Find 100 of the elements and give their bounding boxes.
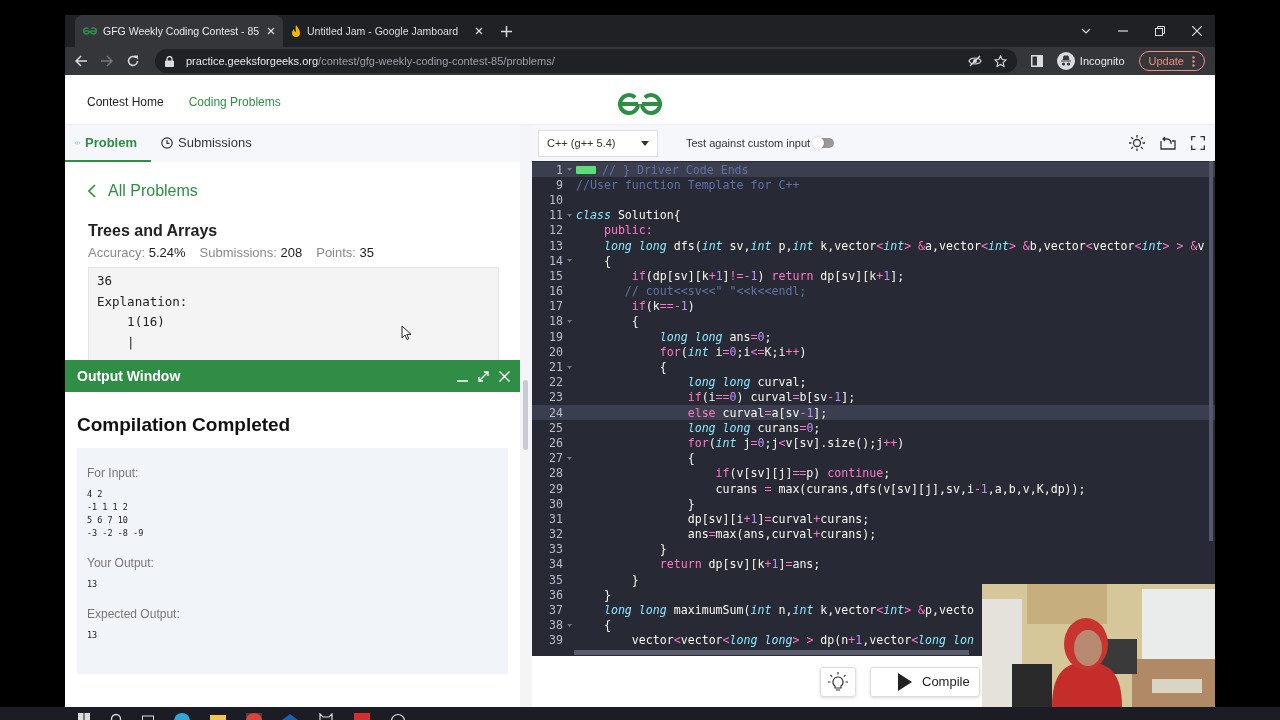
code-line: curans = max(curans,dfs(v[sv][j],sv,i-1,a,b,v,K,dp)); [714,481,1086,496]
code-line: } [658,542,667,557]
line-number: 17 [548,299,563,314]
line-number: 31 [548,511,563,526]
line-number: 25 [548,420,563,435]
site-logo-icon [83,27,97,35]
code-line: //User function Template for C++ [576,177,800,192]
expand-icon[interactable] [478,370,489,382]
line-number: 16 [548,284,563,299]
browser-tab[interactable]: Untitled Jam - Google Jamboard [283,15,491,47]
task-view-icon[interactable] [142,713,154,720]
line-number: 18 [548,314,563,329]
back-icon[interactable] [75,55,87,67]
line-number: 27 [548,451,563,466]
shield-icon[interactable] [282,713,298,720]
chevron-down-icon[interactable] [1081,28,1091,34]
lock-icon [165,55,174,67]
code-line: return dp[sv][k+1]=ans; [658,557,821,572]
nav-link[interactable]: Coding Problems [188,95,281,109]
code-line: // } Driver Code Ends [602,162,749,177]
toggle-label: Test against custom input [686,137,811,149]
stat-text: Submissions: 208 [199,245,303,260]
line-number: 15 [548,268,563,283]
edge-icon[interactable] [174,713,190,720]
star-icon[interactable] [993,54,1007,68]
code-line: long long curans=0; [686,420,821,435]
windows-logo-icon[interactable] [78,713,90,720]
line-number: 22 [548,375,563,390]
code-line: if(dp[sv][k+1]!=-1) return dp[sv][k+1]; [630,268,905,283]
problem-tab[interactable]: Submissions [151,125,266,162]
search-icon[interactable] [110,713,122,720]
restore-icon[interactable] [1155,26,1165,36]
close-icon[interactable] [475,27,483,35]
code-line: { [630,314,639,329]
close-icon[interactable] [1192,26,1202,36]
result-line: -3 -2 -8 -9 [87,527,144,540]
line-number: 24 [548,405,563,420]
hint-button[interactable] [820,666,856,697]
more-icon[interactable] [1192,55,1195,67]
mouse-pointer-icon [401,325,411,340]
line-number: 14 [548,253,563,268]
close-icon[interactable] [267,27,275,35]
scrollbar-thumb[interactable] [523,380,528,450]
code-line: { [658,360,667,375]
sun-icon[interactable] [1129,135,1145,151]
code-line: long long curval; [686,375,807,390]
line-number: 38 [548,618,563,633]
line-number: 36 [548,587,563,602]
reload-icon[interactable] [127,55,139,67]
fullscreen-icon[interactable] [1191,136,1205,150]
example-line: 1(16) [126,313,165,331]
code-line: ans=max(ans,curval+curans); [686,527,877,542]
fold-caret-icon[interactable] [567,259,572,263]
scrollbar-thumb[interactable] [574,650,969,655]
stat-text: Accuracy: 5.24% [88,245,186,260]
sidebar-icon[interactable] [1030,55,1043,67]
example-line: | [126,333,135,352]
code-line: long long ans=0; [658,329,772,344]
code-line: if(i==0) curval=b[sv-1]; [686,390,856,405]
result-label: For Input: [87,466,140,480]
stat-text: Points: 35 [316,245,375,260]
clock-icon [161,136,173,149]
eye-off-icon[interactable] [967,55,982,67]
fold-caret-icon[interactable] [567,623,572,627]
code-line: // cout<<sv<<" "<<k<<endl; [623,284,807,299]
fold-caret-icon[interactable] [567,213,572,217]
fold-caret-icon[interactable] [567,319,572,323]
nav-link[interactable]: Contest Home [87,95,164,109]
code-line: { [686,451,695,466]
fold-caret-icon[interactable] [567,365,572,369]
new-tab-icon[interactable] [501,25,512,37]
example-line: 36 [97,272,113,290]
browser-tab[interactable]: GFG Weekly Coding Contest - 85 [75,15,283,47]
line-number: 23 [548,390,563,405]
code-editor[interactable] [532,161,1215,650]
line-number: 30 [548,496,563,511]
result-line: 4 2 [87,488,103,501]
caret-icon [641,140,649,146]
scrollbar-thumb[interactable] [1209,161,1213,541]
line-number: 9 [555,177,563,192]
site-logo[interactable] [616,91,664,117]
folder-icon[interactable] [210,713,226,720]
folded-code-icon[interactable] [576,165,596,174]
back-link[interactable]: All Problems [88,182,497,200]
profile-button[interactable]: Incognito [1056,52,1125,70]
compile-button[interactable]: Compile [870,666,980,697]
code-line: for(int i=0;i<=K;i++) [658,344,807,359]
problem-tab[interactable]: Problem [65,125,151,162]
result-label: Your Output: [87,556,155,570]
line-number: 12 [548,223,563,238]
status-heading: Compilation Completed [77,414,292,436]
fold-caret-icon[interactable] [567,456,572,460]
reset-icon[interactable] [1160,136,1176,150]
play-icon [898,672,912,691]
line-number: 11 [548,208,563,223]
line-number: 37 [548,603,563,618]
language-select[interactable]: C++ (g++ 5.4) [538,129,658,157]
result-line: -1 1 1 2 [87,501,128,514]
line-number: 39 [548,633,563,648]
line-number: 33 [548,542,563,557]
